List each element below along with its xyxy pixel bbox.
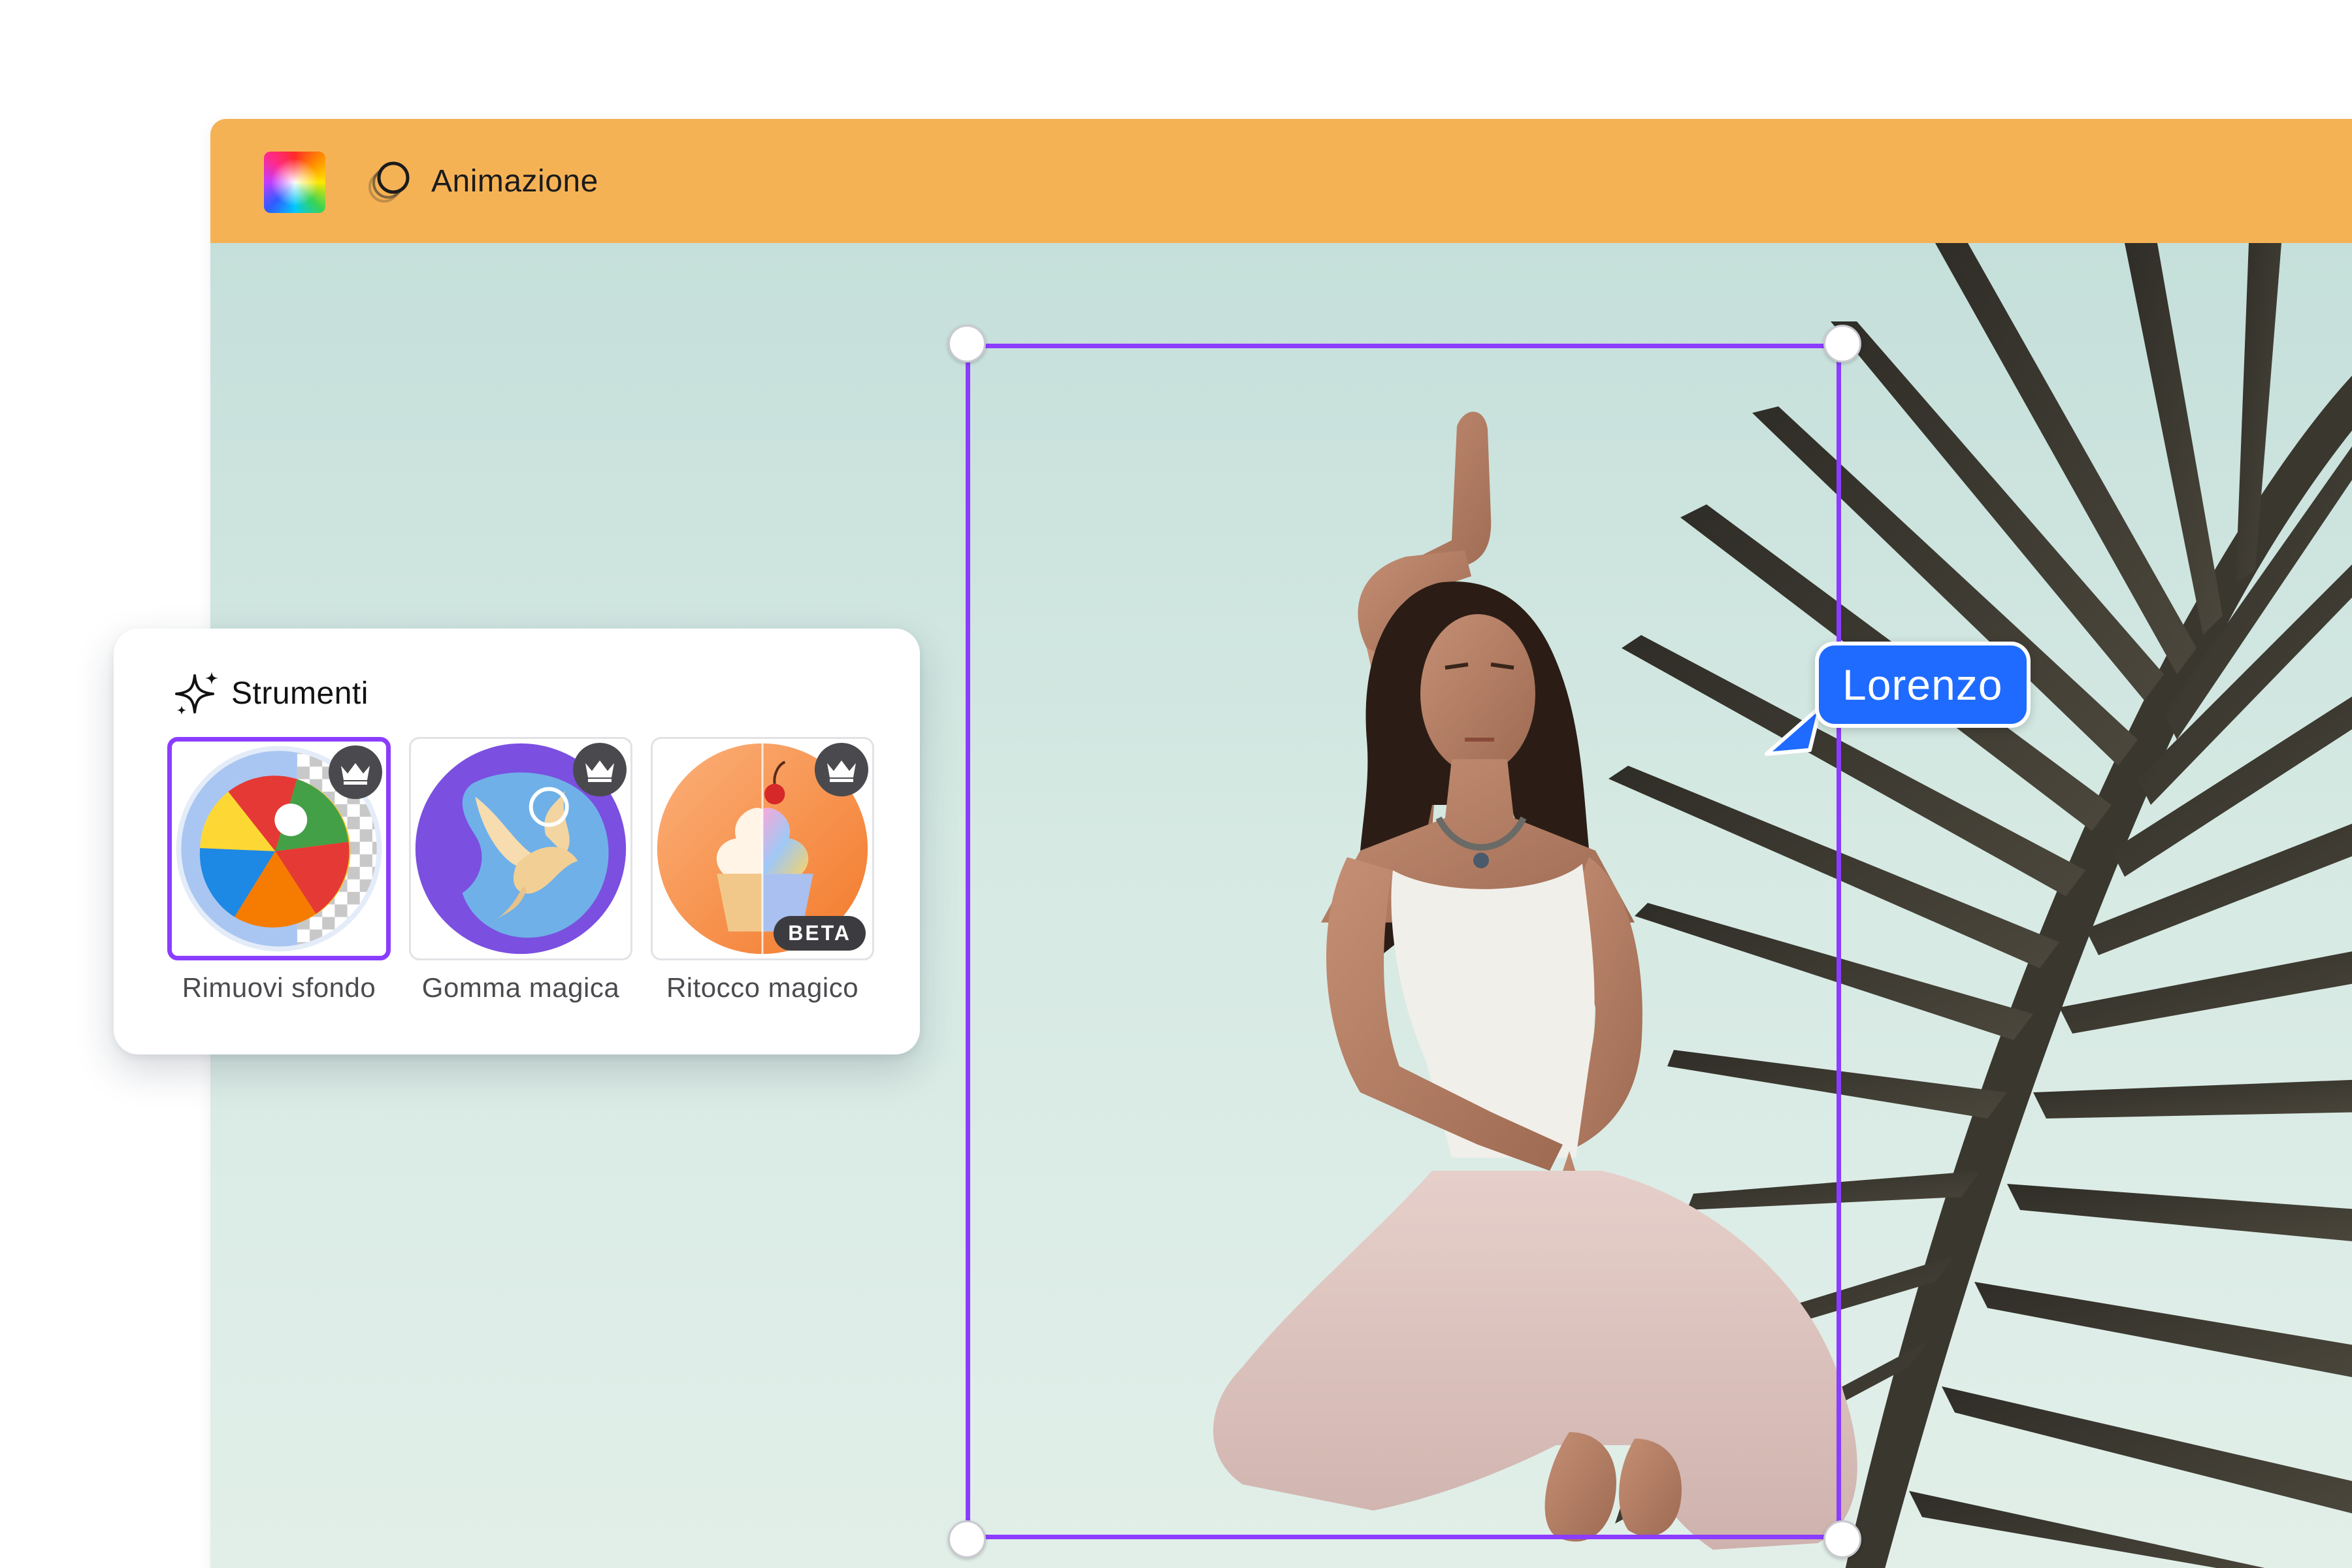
animation-circles-icon[interactable] (365, 154, 417, 206)
design-editor: Animazione Lorenzo Strumenti Rimuovi sfo… (0, 0, 2352, 1568)
tool-magic-edit[interactable]: BETA Ritocco magico (651, 737, 874, 1004)
premium-crown-badge (329, 745, 382, 799)
premium-crown-badge (573, 743, 627, 796)
crown-icon (827, 760, 856, 782)
tool-label: Rimuovi sfondo (182, 972, 376, 1003)
tools-panel: Strumenti Rimuovi sfondo Gomma magica BE… (114, 629, 920, 1054)
color-palette-icon[interactable] (264, 152, 325, 213)
tool-magic-eraser[interactable]: Gomma magica (409, 737, 632, 1004)
animation-button[interactable]: Animazione (431, 163, 598, 199)
resize-handle-top-right[interactable] (1823, 325, 1861, 363)
tool-thumbnail[interactable] (409, 737, 632, 960)
resize-handle-bottom-left[interactable] (948, 1520, 986, 1558)
tool-thumbnail[interactable]: BETA (651, 737, 874, 960)
top-toolbar: Animazione (210, 119, 2352, 243)
tool-label: Ritocco magico (666, 972, 859, 1003)
collaborator-name-tag: Lorenzo (1815, 642, 2031, 728)
tool-thumbnail[interactable] (167, 737, 391, 960)
tool-label: Gomma magica (421, 972, 620, 1003)
tool-remove-background[interactable]: Rimuovi sfondo (167, 737, 391, 1004)
resize-handle-top-left[interactable] (948, 325, 986, 363)
crown-icon (341, 763, 370, 785)
sparkle-icon (175, 672, 218, 715)
tools-panel-title: Strumenti (231, 676, 368, 711)
tools-panel-header: Strumenti (172, 669, 368, 717)
beta-badge: BETA (774, 916, 866, 951)
selection-frame[interactable] (966, 344, 1841, 1539)
crown-icon (585, 760, 614, 782)
resize-handle-bottom-right[interactable] (1823, 1520, 1861, 1558)
premium-crown-badge (815, 743, 868, 796)
